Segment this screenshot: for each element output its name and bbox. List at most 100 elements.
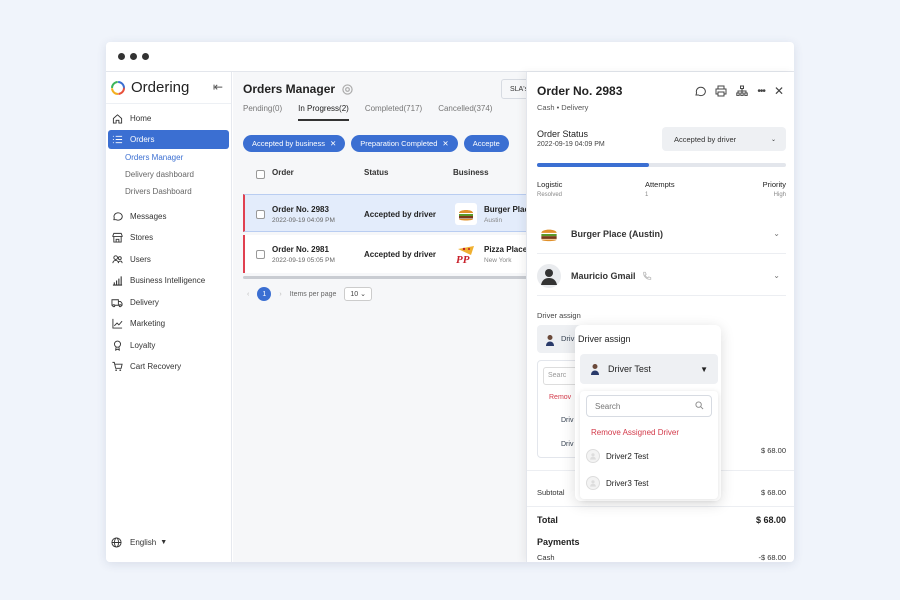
total-label: Total [537,515,558,525]
column-status: Status [364,168,389,177]
prev-page-icon[interactable]: ‹ [247,291,249,298]
order-status: Accepted by driver [364,210,437,219]
close-icon[interactable]: ✕ [330,139,336,148]
filter-chip[interactable]: Accepted by business ✕ [243,135,346,152]
brand: Ordering ⇤ [106,72,231,104]
sidebar-subitem-delivery-dashboard[interactable]: Delivery dashboard [106,166,231,183]
chart-icon [111,275,123,287]
order-number: Order No. 2983 [272,205,329,214]
language-selector[interactable]: English ▼ [111,537,167,548]
driver-avatar-icon [545,333,555,351]
sidebar-subitem-drivers-dashboard[interactable]: Drivers Dashboard [106,183,231,200]
order-tabs: Pending(0) In Progress(2) Completed(717)… [243,104,492,121]
logistic-label: Logistic [537,180,563,189]
help-icon[interactable] [342,83,353,95]
window-dot[interactable] [142,53,149,60]
horizontal-scrollbar[interactable] [243,276,533,279]
order-detail-subtitle: Cash • Delivery [537,103,589,112]
price-value: $ 68.00 [760,446,786,455]
sidebar-item-orders[interactable]: Orders [108,129,229,149]
order-status-label: Order Status [537,129,589,139]
collapse-menu-icon[interactable]: ⇤ [213,80,223,94]
sidebar-subitem-orders-manager[interactable]: Orders Manager [106,149,231,166]
table-row[interactable]: Order No. 2981 2022-09-19 05:05 PM Accep… [243,235,543,273]
sidebar-item-loyalty[interactable]: Loyalty [106,335,228,357]
filter-chip[interactable]: Accepte [463,135,509,152]
more-icon[interactable]: ••• [757,86,765,97]
driver-option[interactable]: Driver2 Test [586,446,649,466]
tab-in-progress[interactable]: In Progress(2) [298,104,349,121]
items-per-page-select[interactable]: 10 ⌄ [344,287,373,301]
driver-option[interactable]: Driver3 Test [586,473,649,493]
total-row: Total $ 68.00 [537,515,786,525]
select-all-checkbox[interactable] [256,170,265,179]
sidebar-item-home[interactable]: Home [106,108,228,130]
row-checkbox[interactable] [256,250,265,259]
remove-driver-underlay: Remov [549,394,572,401]
print-icon[interactable] [715,85,727,97]
sidebar-item-stores[interactable]: Stores [106,227,228,249]
panel-actions: ••• ✕ [694,84,784,98]
page-title: Orders Manager [243,82,353,96]
sitemap-icon[interactable] [736,85,749,97]
remove-assigned-driver-option[interactable]: Remove Assigned Driver [591,428,679,437]
driver-select[interactable]: Driver Test ▼ [580,354,718,384]
driver-item-underlay: Driv [561,441,574,448]
order-progress-bar [537,163,786,167]
priority-value: High [773,192,786,198]
sidebar-item-users[interactable]: Users [106,249,228,271]
table-row[interactable]: Order No. 2983 2022-09-19 04:09 PM Accep… [243,194,543,232]
window-dot[interactable] [118,53,125,60]
driver-search-input[interactable] [586,395,712,417]
column-business: Business [453,168,489,177]
sidebar-item-label: Users [130,254,151,264]
customer-name: Mauricio Gmail [571,270,636,281]
sidebar-item-cart-recovery[interactable]: Cart Recovery [106,356,228,378]
globe-icon [111,537,122,548]
subtotal-label: Subtotal [537,488,565,497]
tab-cancelled[interactable]: Cancelled(374) [438,104,492,121]
close-icon[interactable]: ✕ [774,84,784,98]
burger-logo-icon [455,203,477,225]
row-checkbox[interactable] [256,210,265,219]
popover-title: Driver assign [578,334,631,344]
business-name: Burger Place (Austin) [571,228,664,239]
selected-driver: Driver Test [608,364,651,374]
close-icon[interactable]: ✕ [442,139,448,148]
trend-icon [111,318,123,330]
business-accordion[interactable]: Burger Place (Austin) ⌄ [537,214,786,254]
sidebar-item-messages[interactable]: Messages [106,206,228,228]
phone-icon[interactable] [642,271,652,281]
order-detail-title: Order No. 2983 [537,84,623,98]
sidebar-item-marketing[interactable]: Marketing [106,313,228,335]
tab-pending[interactable]: Pending(0) [243,104,282,121]
user-placeholder-icon [586,449,600,463]
logistic-value: Resolved [537,192,563,198]
priority-label: Priority [762,180,786,189]
filter-chip[interactable]: Preparation Completed ✕ [351,135,458,152]
items-per-page-value: 10 [350,291,359,298]
page-number[interactable]: 1 [257,287,272,301]
business-name: Burger Plac [484,205,529,214]
tab-completed[interactable]: Completed(717) [365,104,422,121]
order-number: Order No. 2981 [272,245,329,254]
payments-heading: Payments [537,537,580,547]
next-page-icon[interactable]: › [279,291,281,298]
order-status-select[interactable]: Accepted by driver ⌄ [662,127,786,151]
customer-accordion[interactable]: Mauricio Gmail ⌄ [537,256,786,296]
chip-label: Accepte [472,139,500,148]
driver-assign-popover: Driver assign Driver Test ▼ Remove Assig… [575,325,721,501]
list-icon [111,133,123,145]
chip-label: Accepted by business [252,139,325,148]
driver-assign-label: Driver assign [537,311,581,320]
sidebar-item-label: Orders [130,134,155,144]
progress-fill [537,163,650,167]
sidebar-item-delivery[interactable]: Delivery [106,292,228,314]
sidebar: Ordering ⇤ Home Orders Orders Manager De… [106,72,232,562]
sidebar-item-business-intelligence[interactable]: Business Intelligence [106,270,228,292]
total-value: $ 68.00 [755,515,786,525]
subtotal-value: $ 68.00 [760,488,786,497]
window-dot[interactable] [130,53,137,60]
order-status-value: Accepted by driver [674,134,737,144]
chat-icon[interactable] [694,85,707,97]
